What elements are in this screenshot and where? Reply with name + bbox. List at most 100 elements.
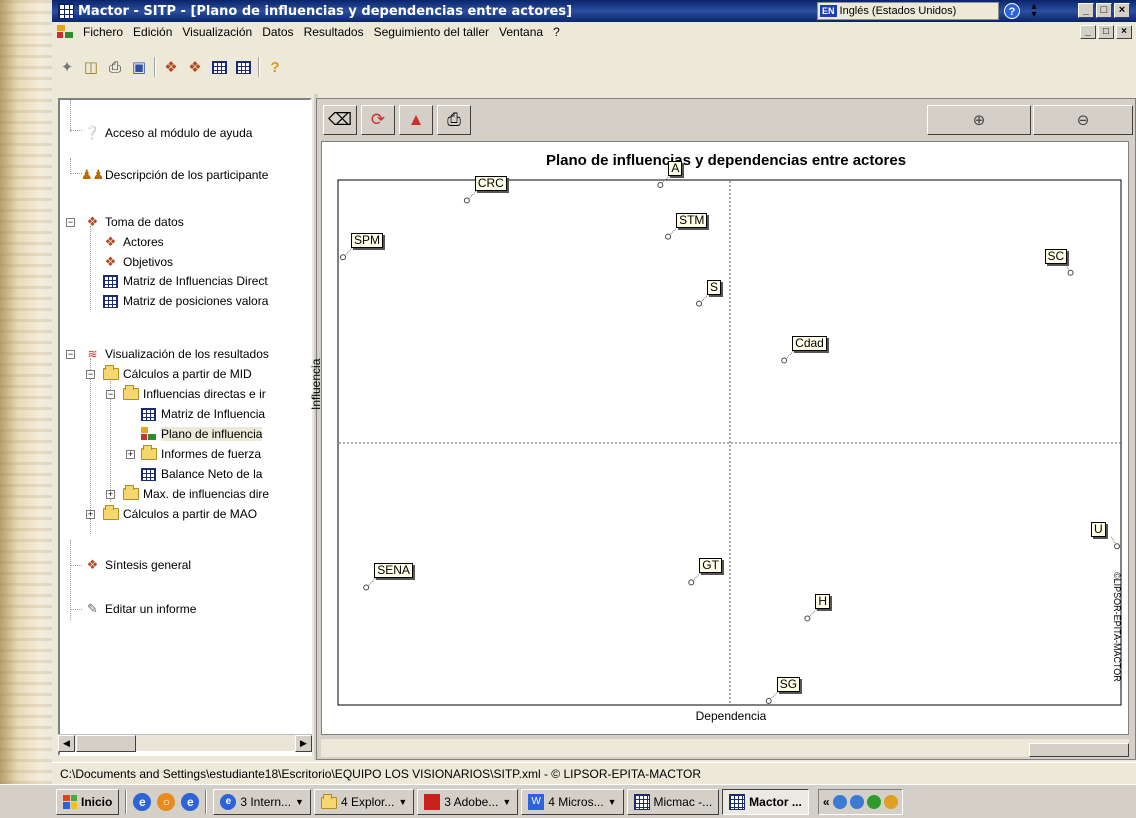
zoom-out-icon[interactable]: ⊖ — [1033, 105, 1133, 135]
actor-label-sc[interactable]: SC — [1044, 248, 1068, 264]
ie-icon[interactable]: e — [133, 792, 152, 811]
help-toolbar-icon[interactable]: ? — [266, 58, 284, 76]
open-folder-icon[interactable]: ◫ — [82, 58, 100, 76]
matrix-2-icon[interactable] — [234, 58, 252, 76]
menu-edicion[interactable]: Edición — [128, 25, 177, 39]
doc-close-button[interactable]: × — [1116, 25, 1132, 39]
actor-label-crc[interactable]: CRC — [474, 176, 507, 192]
collapse-calculos-mid[interactable]: − — [86, 370, 95, 379]
actor-point-crc[interactable] — [463, 197, 470, 204]
tree-item-participantes[interactable]: ♟♟ Descripción de los participante — [81, 166, 269, 184]
tree-item-matriz-mid[interactable]: Matriz de Influencias Direct — [102, 272, 268, 290]
print-icon[interactable]: ⎙ — [106, 58, 124, 76]
actor-point-a[interactable] — [657, 182, 664, 188]
tree-item-editar-informe[interactable]: ✎ Editar un informe — [84, 600, 196, 618]
scroll-right-icon[interactable]: ▶ — [295, 735, 312, 752]
doc-minimize-button[interactable]: _ — [1080, 25, 1096, 39]
actor-label-spm[interactable]: SPM — [351, 233, 384, 249]
close-button[interactable]: × — [1114, 3, 1130, 18]
ie-2-icon[interactable]: e — [181, 792, 200, 811]
task-adobe[interactable]: 3 Adobe... ▼ — [417, 788, 519, 815]
tree-item-matriz-influencia[interactable]: Matriz de Influencia — [140, 405, 265, 423]
actor-point-s[interactable] — [696, 300, 703, 307]
actor-point-sc[interactable] — [1067, 269, 1074, 276]
actor-point-u[interactable] — [1114, 543, 1120, 550]
tree-item-ayuda[interactable]: ❔ Acceso al módulo de ayuda — [84, 124, 252, 142]
chart-scroll-thumb[interactable] — [1029, 743, 1129, 757]
menu-datos[interactable]: Datos — [257, 25, 298, 39]
menu-visualizacion[interactable]: Visualización — [177, 25, 257, 39]
actor-point-sena[interactable] — [363, 584, 370, 591]
actor-point-spm[interactable] — [340, 254, 346, 261]
language-options-icon[interactable]: ▴ ▾ — [1030, 2, 1038, 20]
actor-point-gt[interactable] — [688, 579, 695, 586]
actor-label-sg[interactable]: SG — [776, 677, 801, 692]
actor-label-cdad[interactable]: Cdad — [792, 336, 827, 352]
tree-item-objetivos[interactable]: ❖ Objetivos — [102, 253, 173, 271]
tree-horizontal-scrollbar[interactable]: ◀ ▶ — [58, 734, 312, 752]
actor-label-sena[interactable]: SENA — [374, 563, 413, 579]
network-2-icon[interactable] — [849, 794, 864, 809]
tree-item-balance-neto[interactable]: Balance Neto de la — [140, 465, 262, 483]
menu-fichero[interactable]: Fichero — [78, 25, 128, 39]
chart-horizontal-scrollbar[interactable] — [321, 739, 1129, 757]
actors-icon[interactable]: ▲ — [399, 105, 433, 135]
collapse-visualizacion[interactable]: − — [66, 350, 75, 359]
expand-informes[interactable]: + — [126, 450, 135, 459]
chart-print-icon[interactable]: ⎙ — [437, 105, 471, 135]
scroll-left-icon[interactable]: ◀ — [58, 735, 75, 752]
actor-point-sg[interactable] — [765, 698, 772, 704]
actor-label-gt[interactable]: GT — [699, 558, 722, 574]
menu-resultados[interactable]: Resultados — [299, 25, 369, 39]
help-icon[interactable]: ? — [1004, 3, 1020, 19]
data-entry-icon[interactable]: ❖ — [162, 58, 180, 76]
actor-label-h[interactable]: H — [815, 594, 831, 610]
collapse-toma-de-datos[interactable]: − — [66, 218, 75, 227]
doc-restore-button[interactable]: □ — [1098, 25, 1114, 39]
minimize-button[interactable]: _ — [1078, 3, 1094, 18]
tree-item-calculos-mao[interactable]: Cálculos a partir de MAO — [102, 505, 257, 523]
maximize-button[interactable]: □ — [1096, 3, 1112, 18]
antivirus-icon[interactable] — [883, 794, 898, 809]
expand-max-influencias[interactable]: + — [106, 490, 115, 499]
menu-help[interactable]: ? — [548, 25, 565, 39]
matrix-icon[interactable] — [210, 58, 228, 76]
expand-calculos-mao[interactable]: + — [86, 510, 95, 519]
tree-item-actores[interactable]: ❖ Actores — [102, 233, 164, 251]
tree-item-calculos-mid[interactable]: Cálculos a partir de MID — [102, 365, 252, 383]
tree-item-matriz-posiciones[interactable]: Matriz de posiciones valora — [102, 292, 268, 310]
refresh-icon[interactable]: ⟳ — [361, 105, 395, 135]
scroll-thumb[interactable] — [76, 735, 136, 752]
data-entry-2-icon[interactable]: ❖ — [186, 58, 204, 76]
actor-label-stm[interactable]: STM — [676, 212, 708, 228]
network-icon[interactable] — [832, 794, 847, 809]
tray-expand-button[interactable]: « — [823, 795, 830, 809]
task-micmac[interactable]: Micmac -... — [626, 788, 720, 815]
actor-point-h[interactable] — [804, 615, 811, 622]
actor-label-s[interactable]: S — [707, 279, 722, 295]
tree-item-toma-de-datos[interactable]: ❖ Toma de datos — [84, 213, 184, 231]
save-icon[interactable]: ▣ — [130, 58, 148, 76]
tree-item-max-influencias[interactable]: Max. de influencias dire — [122, 485, 269, 503]
tree-item-influencias-directas[interactable]: Influencias directas e ir — [122, 385, 266, 403]
new-icon[interactable]: ✦ — [58, 58, 76, 76]
actor-label-a[interactable]: A — [668, 161, 683, 176]
task-explorer[interactable]: 4 Explor... ▼ — [313, 788, 415, 815]
task-word[interactable]: W 4 Micros... ▼ — [521, 788, 624, 815]
security-icon[interactable] — [866, 794, 881, 809]
menu-ventana[interactable]: Ventana — [494, 25, 548, 39]
actor-label-u[interactable]: U — [1091, 522, 1106, 538]
start-button[interactable]: Inicio — [56, 788, 120, 815]
tree-item-visualizacion[interactable]: ≋ Visualización de los resultados — [84, 345, 268, 363]
tree-item-informes-fuerza[interactable]: Informes de fuerza — [140, 445, 261, 463]
task-mactor[interactable]: Mactor ... — [722, 788, 809, 815]
browser-icon[interactable]: ○ — [157, 792, 176, 811]
zoom-in-icon[interactable]: ⊕ — [927, 105, 1031, 135]
eraser-icon[interactable]: ⌫ — [323, 105, 357, 135]
tree-item-plano-influencia[interactable]: Plano de influencia — [140, 425, 263, 443]
actor-point-stm[interactable] — [665, 233, 672, 240]
menu-seguimiento[interactable]: Seguimiento del taller — [369, 25, 494, 39]
language-indicator[interactable]: EN Inglés (Estados Unidos) — [817, 2, 999, 20]
tree-item-sintesis[interactable]: ❖ Síntesis general — [84, 556, 191, 574]
collapse-influencias-directas[interactable]: − — [106, 390, 115, 399]
